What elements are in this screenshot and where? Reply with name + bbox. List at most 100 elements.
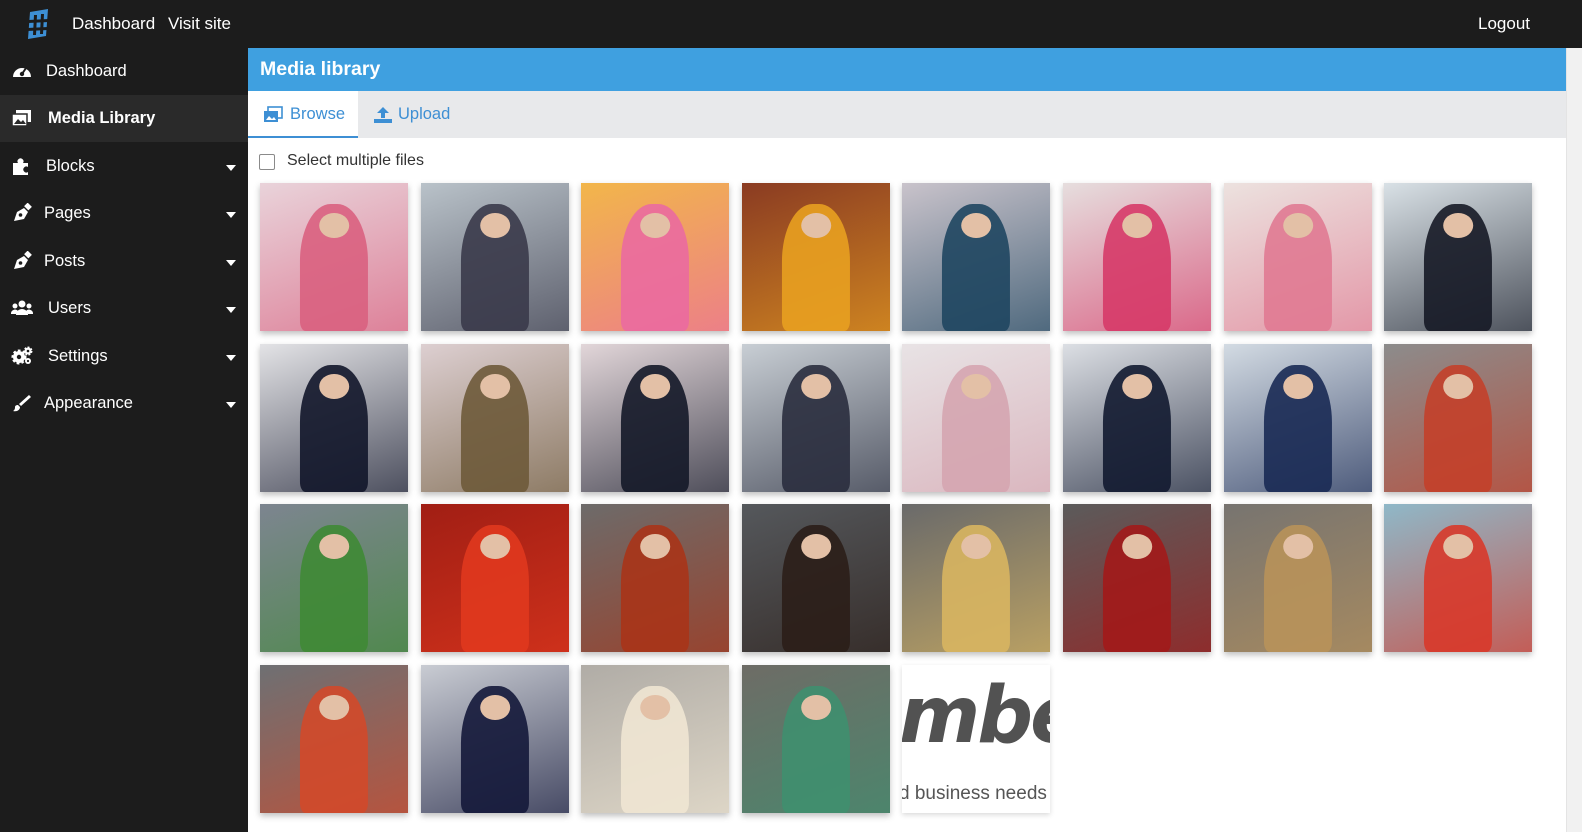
vertical-scrollbar[interactable] [1566, 48, 1582, 832]
media-thumbnail[interactable] [902, 183, 1050, 331]
tab-label: Browse [290, 105, 346, 123]
thumbnail-face [1122, 533, 1152, 559]
app-logo-icon[interactable] [24, 9, 52, 39]
thumbnail-face [640, 533, 670, 559]
chevron-down-icon [226, 355, 236, 361]
thumbnail-face [319, 533, 349, 559]
top-dashboard-link[interactable]: Dashboard [72, 14, 155, 34]
sidebar-item-label: Appearance [44, 394, 133, 412]
sidebar-item-media-library[interactable]: Media Library [0, 95, 248, 142]
thumbnail-face [801, 212, 831, 238]
media-thumbnail[interactable] [1063, 344, 1211, 492]
thumbnail-face [1443, 212, 1473, 238]
images-icon [11, 110, 31, 127]
media-thumbnail[interactable] [260, 665, 408, 813]
chevron-down-icon [226, 212, 236, 218]
sidebar-item-blocks[interactable]: Blocks [0, 143, 248, 190]
thumbnail-face [961, 212, 991, 238]
thumbnail-face [480, 694, 510, 720]
sidebar-item-settings[interactable]: Settings [0, 333, 248, 380]
sidebar-item-appearance[interactable]: Appearance [0, 380, 248, 427]
thumbnail-face [961, 373, 991, 399]
thumbnail-face [961, 533, 991, 559]
thumbnail-face [640, 373, 670, 399]
tab-bar: Browse Upload [248, 91, 1566, 138]
media-thumbnail[interactable] [1224, 183, 1372, 331]
media-thumbnail[interactable] [260, 183, 408, 331]
media-thumbnail[interactable] [581, 344, 729, 492]
thumbnail-face [640, 212, 670, 238]
media-thumbnail[interactable] [1063, 504, 1211, 652]
media-thumbnail[interactable] [1224, 504, 1372, 652]
media-thumbnail[interactable] [1063, 183, 1211, 331]
chevron-down-icon [226, 165, 236, 171]
page-header: Media library [248, 48, 1566, 91]
select-multiple-label[interactable]: Select multiple files [287, 152, 424, 170]
visit-site-link[interactable]: Visit site [168, 14, 231, 34]
media-thumbnail[interactable] [421, 183, 569, 331]
thumbnail-face [480, 533, 510, 559]
thumbnail-face [1283, 373, 1313, 399]
sidebar: Dashboard Media Library Blocks Pages Pos… [0, 48, 248, 832]
users-icon [11, 300, 33, 315]
logout-link[interactable]: Logout [1478, 14, 1530, 34]
media-thumbnail[interactable] [260, 344, 408, 492]
pen-nib-icon [14, 251, 32, 269]
thumbnail-face [801, 533, 831, 559]
thumbnail-face [801, 373, 831, 399]
sidebar-item-dashboard[interactable]: Dashboard [0, 48, 248, 95]
media-thumbnail[interactable] [581, 183, 729, 331]
thumbnail-face [319, 373, 349, 399]
media-thumbnail[interactable] [742, 665, 890, 813]
media-thumbnail[interactable] [902, 504, 1050, 652]
media-thumbnail[interactable] [421, 504, 569, 652]
media-thumbnail[interactable] [1224, 344, 1372, 492]
media-thumbnail[interactable] [1384, 344, 1532, 492]
thumbnail-face [319, 694, 349, 720]
tab-label: Upload [398, 105, 451, 123]
sidebar-item-label: Media Library [48, 109, 156, 127]
thumbnail-face [1283, 533, 1313, 559]
media-thumbnail[interactable] [742, 344, 890, 492]
thumbnail-face [801, 694, 831, 720]
sidebar-item-users[interactable]: Users [0, 285, 248, 332]
media-thumbnail[interactable] [1384, 183, 1532, 331]
page-title: Media library [260, 58, 381, 80]
thumbnail-face [480, 373, 510, 399]
brush-icon [13, 395, 31, 412]
sidebar-item-label: Pages [44, 204, 91, 222]
tab-upload[interactable]: Upload [358, 91, 468, 138]
thumbnail-face [1443, 533, 1473, 559]
media-thumbnail[interactable] [421, 344, 569, 492]
media-thumbnail[interactable] [421, 665, 569, 813]
media-thumbnail[interactable] [581, 504, 729, 652]
media-thumbnail-logo[interactable]: mbe d business needs a [902, 665, 1050, 813]
thumbnail-face [640, 694, 670, 720]
media-thumbnail[interactable] [581, 665, 729, 813]
chevron-down-icon [226, 307, 236, 313]
pen-nib-icon [14, 203, 32, 221]
thumbnail-face [1122, 373, 1152, 399]
select-multiple-checkbox[interactable] [259, 154, 275, 170]
sidebar-item-posts[interactable]: Posts [0, 238, 248, 285]
sidebar-item-label: Users [48, 299, 92, 317]
media-thumbnail[interactable] [260, 504, 408, 652]
media-thumbnail[interactable] [742, 183, 890, 331]
chevron-down-icon [226, 260, 236, 266]
images-icon [264, 106, 283, 122]
logo-thumbnail-word: mbe [902, 671, 1050, 761]
thumbnail-face [319, 212, 349, 238]
thumbnail-face [480, 212, 510, 238]
sidebar-item-label: Settings [48, 347, 108, 365]
media-thumbnail[interactable] [902, 344, 1050, 492]
sidebar-item-label: Blocks [46, 157, 95, 175]
cogs-icon [11, 346, 33, 365]
logo-thumbnail-tagline: d business needs a [902, 783, 1050, 804]
sidebar-item-label: Dashboard [46, 62, 127, 80]
top-bar: Dashboard Visit site Logout [0, 0, 1582, 48]
media-thumbnail[interactable] [1384, 504, 1532, 652]
sidebar-item-pages[interactable]: Pages [0, 190, 248, 237]
puzzle-icon [13, 158, 28, 175]
tab-browse[interactable]: Browse [248, 91, 358, 138]
media-thumbnail[interactable] [742, 504, 890, 652]
